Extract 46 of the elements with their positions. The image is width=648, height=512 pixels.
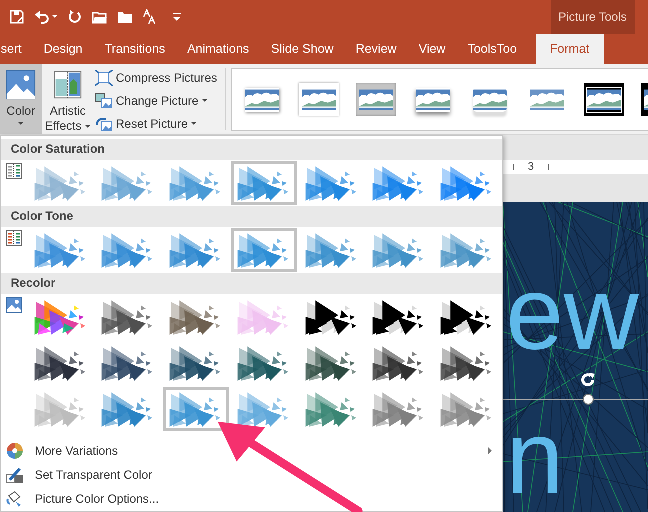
- save-icon[interactable]: [9, 9, 25, 25]
- section-header: Color Saturation: [1, 139, 502, 160]
- color-variant-option[interactable]: [231, 160, 297, 205]
- section-header: Color Tone: [1, 206, 502, 227]
- picture-style-button[interactable]: [584, 83, 624, 116]
- ribbon-command-button[interactable]: Reset Picture: [95, 113, 218, 134]
- ribbon-tab[interactable]: Review: [344, 34, 408, 64]
- compress-icon: [95, 70, 113, 86]
- undo-icon[interactable]: [34, 9, 50, 25]
- ribbon-tab[interactable]: Transitions: [94, 34, 176, 64]
- ribbon-tab[interactable]: Format: [536, 34, 604, 64]
- spelling-icon[interactable]: [142, 9, 158, 25]
- ribbon-tab[interactable]: Slide Show: [260, 34, 345, 64]
- color-button[interactable]: Color: [0, 64, 42, 134]
- folder-icon[interactable]: [117, 9, 133, 25]
- ribbon-tab[interactable]: View: [408, 34, 457, 64]
- caret-icon[interactable]: [52, 15, 58, 19]
- caret-icon: [84, 124, 91, 129]
- menu-item[interactable]: Set Transparent Color: [1, 463, 502, 488]
- saturation-icon: [6, 162, 22, 179]
- picture-icon: [6, 296, 22, 313]
- ruler-number: 3: [528, 161, 534, 173]
- artistic-effects-button[interactable]: Artistic Effects: [44, 64, 92, 134]
- menu-item[interactable]: More Variations: [1, 440, 502, 464]
- picture-icon: [6, 70, 36, 100]
- color-variant-option[interactable]: [231, 228, 297, 272]
- ribbon-command-button[interactable]: Change Picture: [95, 90, 218, 112]
- ribbon-tab[interactable]: ToolsToo: [456, 34, 528, 64]
- reset-picture-icon: [95, 116, 113, 132]
- customize-caret-icon[interactable]: [173, 13, 181, 21]
- color-wheel-icon: [6, 442, 24, 460]
- menu-item[interactable]: Picture Color Options...: [1, 487, 502, 511]
- ribbon-tab[interactable]: Animations: [176, 34, 260, 64]
- color-variant-option[interactable]: [163, 386, 230, 431]
- artistic-effects-icon: [53, 70, 83, 100]
- caret-icon: [18, 122, 24, 126]
- redo-icon[interactable]: [67, 9, 83, 25]
- tone-icon: [6, 230, 22, 246]
- ribbon-tab[interactable]: sert: [0, 34, 33, 64]
- change-picture-icon: [95, 93, 113, 109]
- pen-icon: [6, 466, 24, 484]
- ribbon-command-button[interactable]: Compress Pictures: [95, 68, 218, 89]
- resize-handle[interactable]: [583, 394, 594, 405]
- contextual-tab-group: Picture Tools: [550, 0, 635, 34]
- section-header: Recolor: [1, 272, 502, 294]
- ribbon-tab[interactable]: Design: [32, 34, 94, 64]
